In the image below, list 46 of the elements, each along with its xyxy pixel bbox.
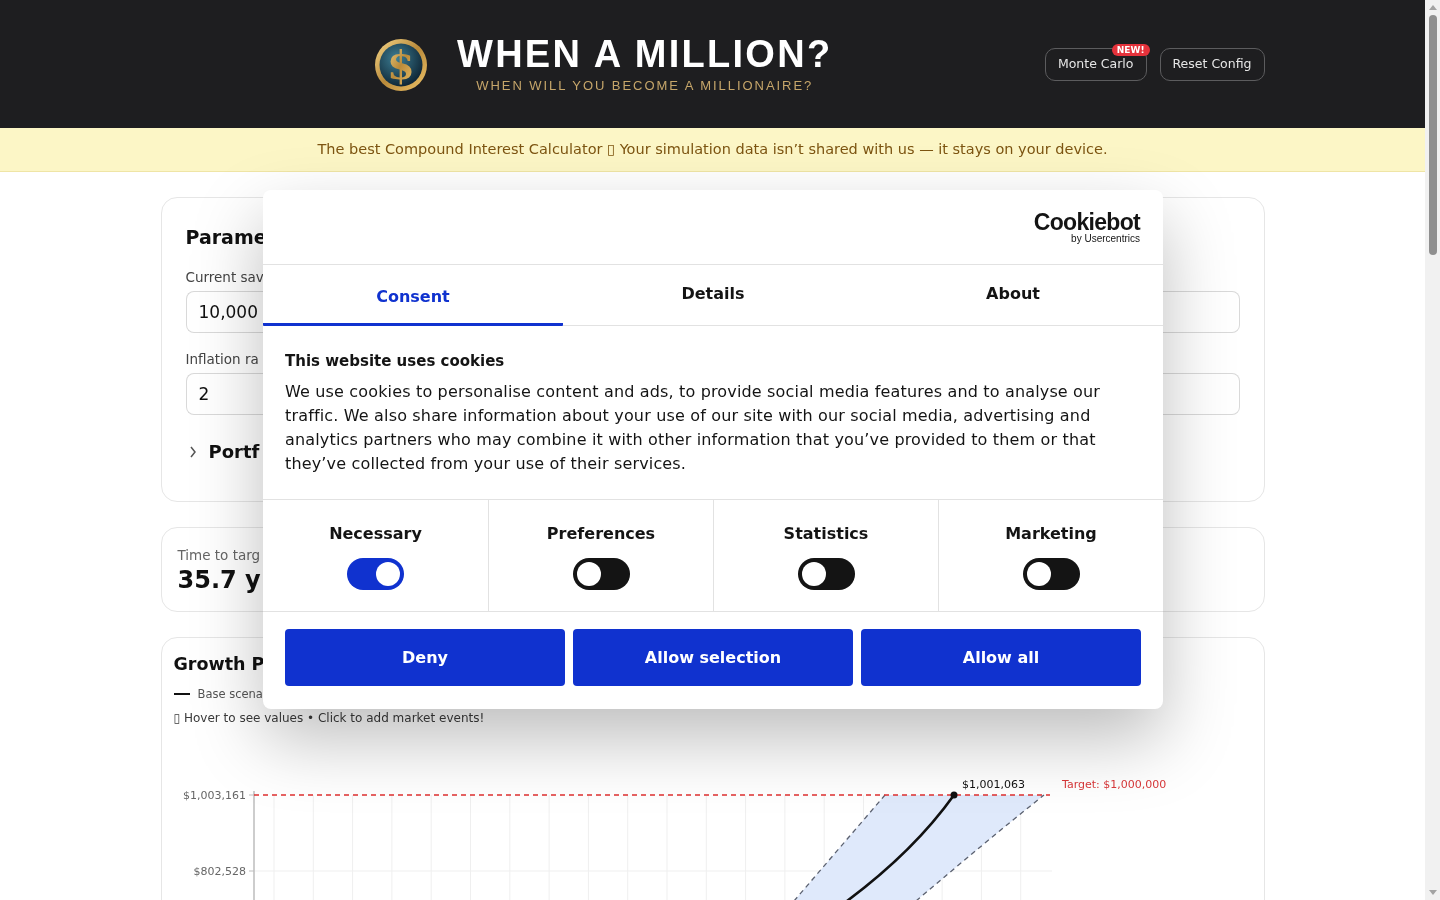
legend-line-icon <box>173 693 190 695</box>
point-value-label: $1,001,063 <box>961 778 1025 791</box>
dialog-text: We use cookies to personalise content and ads, to provide social media features and to analyse our traffic. We also share information about your use of our site with our social media, advertising and analytics partners who may combine it with other information that you’ve provided to them or that they’ve collected from your use of their services. <box>285 381 1102 475</box>
logo-wordmark: Cookiebot <box>1033 210 1140 233</box>
category-label: Necessary <box>329 524 422 544</box>
new-badge: NEW! <box>1111 43 1150 56</box>
chart-hint: ▯ Hover to see values • Click to add market events! <box>173 711 485 725</box>
toggle-switch[interactable] <box>797 558 855 590</box>
consent-button[interactable]: Deny <box>285 629 565 686</box>
toggle-switch[interactable] <box>1022 558 1080 590</box>
input-field[interactable] <box>1162 373 1240 415</box>
input-field[interactable] <box>1162 291 1240 333</box>
logo-byline: by Usercentrics <box>1071 232 1140 244</box>
toggle-switch[interactable] <box>347 558 404 590</box>
consent-button[interactable]: Allow selection <box>573 629 853 686</box>
field-label: Current sav <box>185 268 264 286</box>
legend-label: Base scena <box>197 687 263 701</box>
header-button[interactable]: Reset Config <box>1159 47 1265 81</box>
category-label: Marketing <box>1005 524 1097 544</box>
chevron-right-icon[interactable] <box>188 446 197 458</box>
input-field[interactable]: 2 <box>185 373 263 415</box>
scroll-down-arrow-icon[interactable] <box>1428 890 1437 895</box>
category-label: Statistics <box>783 524 869 544</box>
section-heading[interactable]: Portf <box>208 440 260 464</box>
toggle-switch[interactable] <box>572 558 630 590</box>
dialog-tab[interactable]: Details <box>563 265 863 326</box>
scrollbar[interactable] <box>1425 0 1440 900</box>
site-subtitle: WHEN WILL YOU BECOME A MILLIONAIRE? <box>476 78 814 94</box>
input-field[interactable]: 10,000 <box>185 291 263 333</box>
field-label: Inflation ra <box>185 350 259 368</box>
category-label: Preferences <box>546 524 656 544</box>
site-title: WHEN A MILLION? <box>457 34 833 74</box>
target-label: Target: $1,000,000 <box>1061 778 1166 791</box>
chart-title: Growth P <box>173 653 265 675</box>
scrollbar-thumb[interactable] <box>1428 15 1437 255</box>
banner-text: The best Compound Interest Calculator ▯ Your simulation data isn’t shared with us — it stays on your device. <box>317 139 1108 159</box>
dialog-tab[interactable]: Consent <box>263 265 563 326</box>
consent-button[interactable]: Allow all <box>861 629 1141 686</box>
scroll-up-arrow-icon[interactable] <box>1428 5 1437 10</box>
dialog-tab[interactable]: About <box>863 265 1163 326</box>
stat-value: 35.7 y <box>177 565 261 595</box>
section-heading: Parame <box>185 225 267 249</box>
stat-label: Time to targ <box>177 546 261 564</box>
axis-tick-label: $1,003,161 <box>182 789 246 802</box>
dialog-heading: This website uses cookies <box>285 351 505 371</box>
axis-tick-label: $802,528 <box>193 865 246 878</box>
